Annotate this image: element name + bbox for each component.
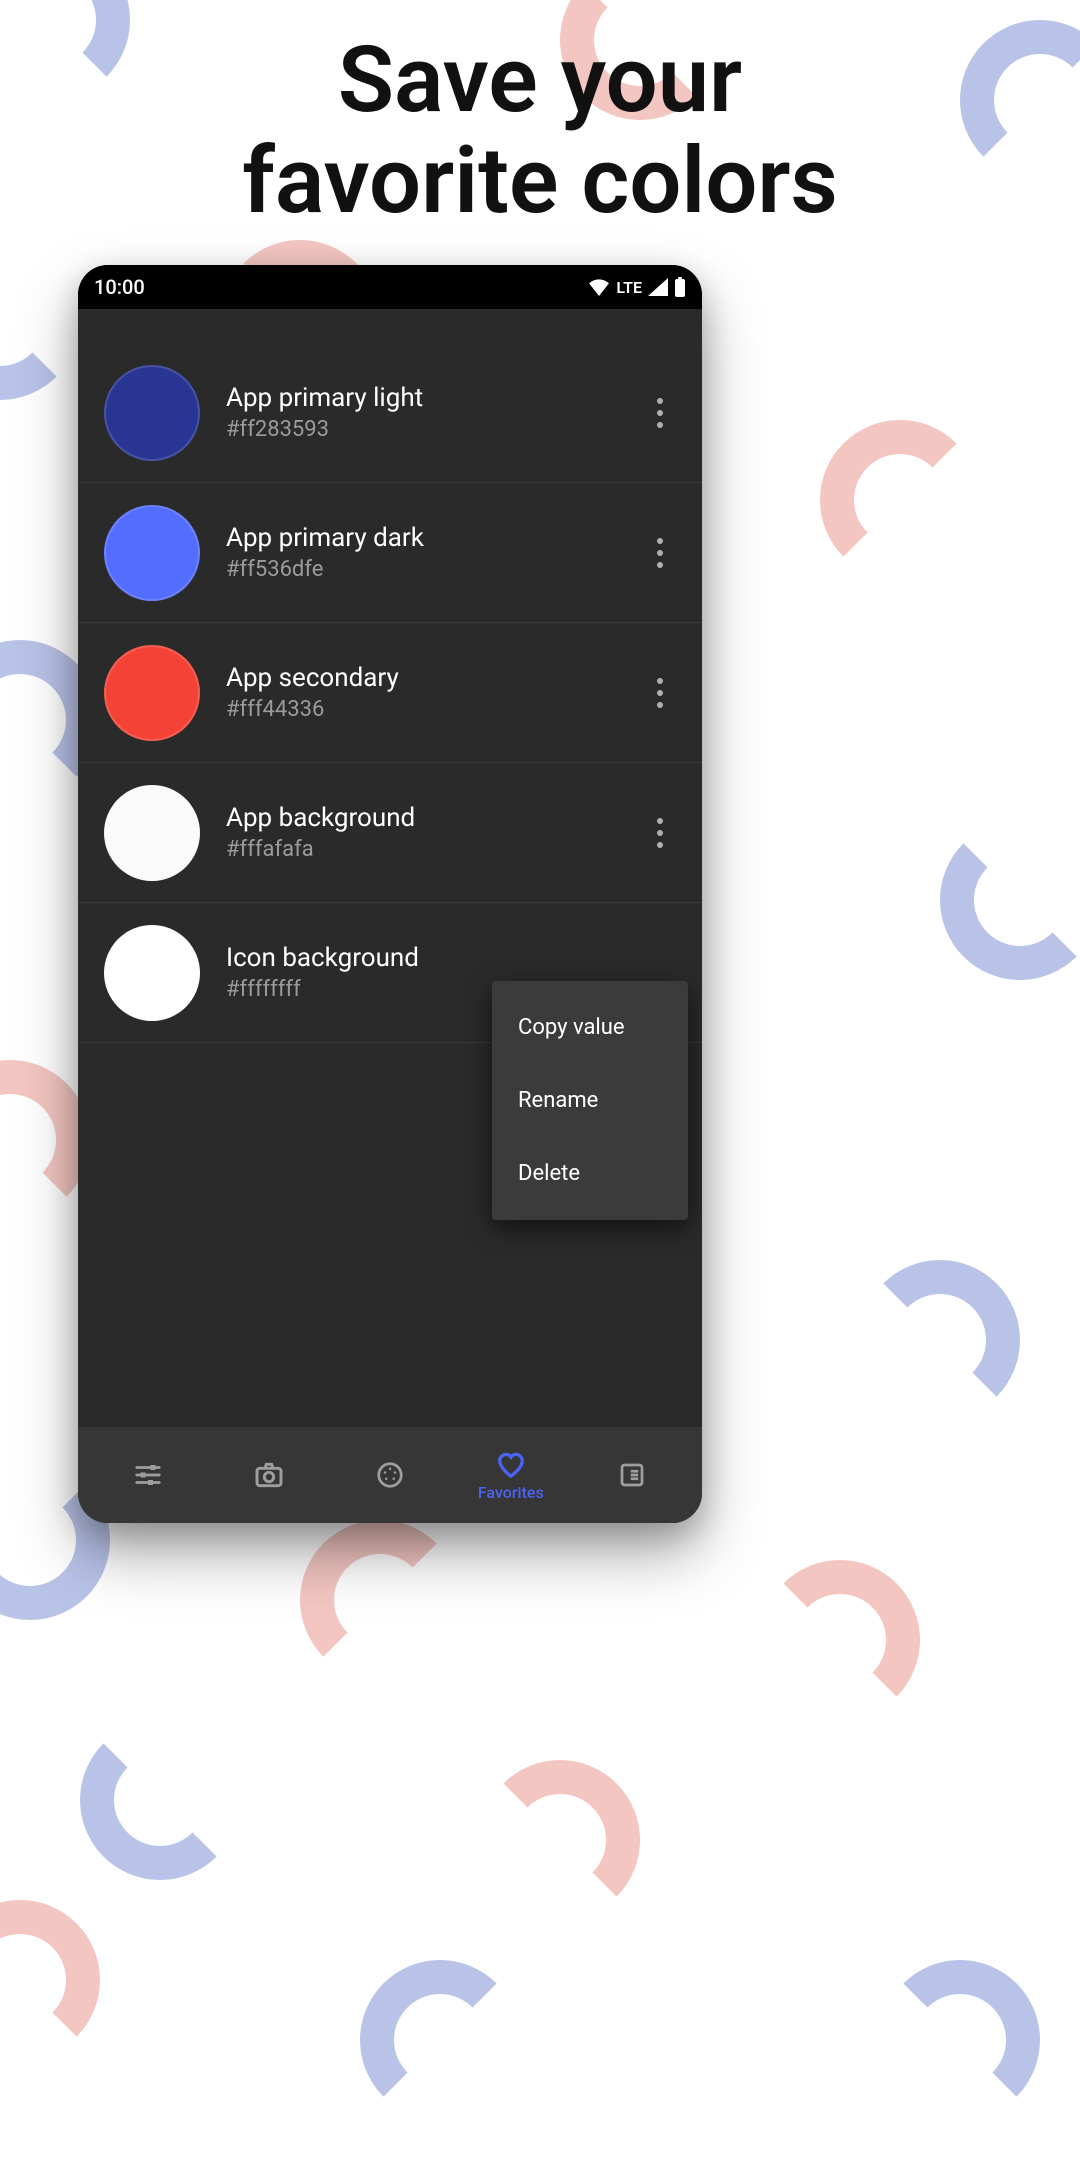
nav-camera[interactable] <box>209 1459 330 1491</box>
context-menu: Copy value Rename Delete <box>492 981 688 1220</box>
color-code: #fff44336 <box>226 697 636 722</box>
color-code: #fffafafa <box>226 837 636 862</box>
color-row[interactable]: App primary light #ff283593 <box>78 343 702 483</box>
nav-palette[interactable] <box>330 1459 451 1491</box>
more-button[interactable] <box>636 809 684 857</box>
bottom-nav: Favorites <box>78 1427 702 1523</box>
palette-icon <box>374 1459 406 1491</box>
promo-title-line2: favorite colors <box>242 128 838 235</box>
more-vertical-icon <box>657 395 663 431</box>
nav-favorites[interactable]: Favorites <box>450 1449 571 1502</box>
color-swatch <box>104 785 200 881</box>
status-bar: 10:00 LTE <box>78 265 702 309</box>
color-text: App background #fffafafa <box>226 803 636 862</box>
color-swatch <box>104 505 200 601</box>
color-name: App background <box>226 803 636 833</box>
promo-title-line1: Save your <box>338 27 742 134</box>
menu-rename[interactable]: Rename <box>492 1064 688 1137</box>
more-button[interactable] <box>636 529 684 577</box>
menu-delete[interactable]: Delete <box>492 1137 688 1210</box>
network-label: LTE <box>616 278 642 297</box>
color-name: App primary light <box>226 383 636 413</box>
color-text: App primary dark #ff536dfe <box>226 523 636 582</box>
tune-icon <box>132 1459 164 1491</box>
status-time: 10:00 <box>94 275 145 299</box>
color-swatch <box>104 365 200 461</box>
color-name: App secondary <box>226 663 636 693</box>
more-vertical-icon <box>657 675 663 711</box>
color-text: App primary light #ff283593 <box>226 383 636 442</box>
heart-icon <box>495 1449 527 1481</box>
color-swatch <box>104 645 200 741</box>
color-swatch <box>104 925 200 1021</box>
promo-title: Save your favorite colors <box>0 30 1080 232</box>
color-name: Icon background <box>226 943 636 973</box>
more-button[interactable] <box>636 669 684 717</box>
color-name: App primary dark <box>226 523 636 553</box>
nav-list[interactable] <box>571 1459 692 1491</box>
status-right: LTE <box>588 277 686 297</box>
color-row[interactable]: App background #fffafafa <box>78 763 702 903</box>
color-text: App secondary #fff44336 <box>226 663 636 722</box>
signal-icon <box>648 278 668 296</box>
battery-icon <box>674 277 686 297</box>
more-vertical-icon <box>657 535 663 571</box>
color-code: #ff536dfe <box>226 557 636 582</box>
more-vertical-icon <box>657 815 663 851</box>
color-list: App primary light #ff283593 App primary da… <box>78 309 702 1427</box>
camera-icon <box>253 1459 285 1491</box>
nav-favorites-label: Favorites <box>478 1483 544 1502</box>
app-body: App primary light #ff283593 App primary da… <box>78 309 702 1523</box>
phone-frame: 10:00 LTE App primary light#ff283593App … <box>78 265 702 1523</box>
color-code: #ff283593 <box>226 417 636 442</box>
list-icon <box>616 1459 648 1491</box>
nav-tune[interactable] <box>88 1459 209 1491</box>
wifi-icon <box>588 278 610 296</box>
color-row[interactable]: App secondary #fff44336 <box>78 623 702 763</box>
color-row[interactable]: App primary dark #ff536dfe <box>78 483 702 623</box>
more-button[interactable] <box>636 389 684 437</box>
menu-copy-value[interactable]: Copy value <box>492 991 688 1064</box>
